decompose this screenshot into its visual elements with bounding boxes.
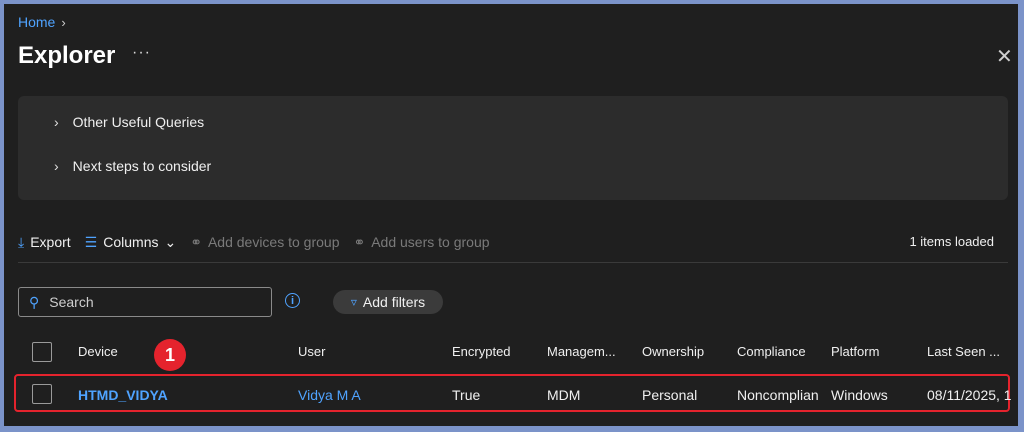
compliance-value: Noncomplian [737,387,819,403]
last-seen-value: 08/11/2025, 1 [927,387,1012,403]
add-filters-label: Add filters [362,294,426,310]
column-header-ownership[interactable]: Ownership [642,344,704,359]
add-devices-label: Add devices to group [207,234,340,250]
add-user-icon: ⚭ [353,233,366,250]
queries-panel: › Other Useful Queries › Next steps to c… [18,96,1008,200]
items-loaded-status: 1 items loaded [909,234,994,249]
columns-button[interactable]: ☰ Columns ⌄ [85,234,177,251]
platform-value: Windows [831,387,888,403]
encrypted-value: True [452,387,481,403]
ownership-value: Personal [642,387,698,403]
info-icon[interactable]: i [285,293,300,308]
search-input[interactable] [47,293,252,311]
explorer-window: Home › Explorer ··· ✕ › Other Useful Que… [4,4,1018,426]
chevron-right-icon: › [54,158,59,174]
breadcrumb: Home › [18,14,66,30]
column-header-last-seen[interactable]: Last Seen ... [927,344,1000,359]
query-group-next-steps[interactable]: › Next steps to consider [54,158,211,174]
column-header-user[interactable]: User [298,344,325,359]
column-header-encrypted[interactable]: Encrypted [452,344,511,359]
download-icon: ⤓ [18,233,25,250]
more-options-button[interactable]: ··· [132,44,151,62]
query-group-label: Other Useful Queries [72,114,205,130]
column-header-platform[interactable]: Platform [831,344,879,359]
add-users-to-group-button[interactable]: ⚭ Add users to group [353,234,489,251]
device-link[interactable]: HTMD_VIDYA [78,387,168,403]
filter-icon: ▿ [350,295,357,309]
export-label: Export [30,234,71,250]
column-header-management[interactable]: Managem... [547,344,616,359]
columns-label: Columns [103,234,159,250]
add-devices-to-group-button[interactable]: ⚭ Add devices to group [190,234,339,251]
column-header-compliance[interactable]: Compliance [737,344,806,359]
column-header-device[interactable]: Device [78,344,118,359]
query-group-other-useful[interactable]: › Other Useful Queries [54,114,204,130]
user-link[interactable]: Vidya M A [298,387,361,403]
management-value: MDM [547,387,581,403]
page-title: Explorer [18,42,116,69]
search-box[interactable]: ⚲ [18,287,272,317]
chevron-down-icon: ⌄ [164,233,177,250]
chevron-right-icon: › [61,14,66,30]
annotation-badge: 1 [154,339,186,371]
export-button[interactable]: ⤓ Export [18,234,71,251]
add-filters-button[interactable]: ▿ Add filters [333,290,443,314]
chevron-right-icon: › [54,114,59,130]
table-row[interactable]: HTMD_VIDYA Vidya M A True MDM Personal N… [18,384,1018,408]
close-button[interactable]: ✕ [996,44,1013,69]
add-users-label: Add users to group [371,234,490,250]
add-group-icon: ⚭ [190,233,202,250]
query-group-label: Next steps to consider [72,158,212,174]
search-icon: ⚲ [29,293,40,310]
select-all-checkbox[interactable] [32,342,52,362]
toolbar: ⤓ Export ☰ Columns ⌄ ⚭ Add devices to gr… [18,230,1008,254]
row-checkbox[interactable] [32,384,52,404]
divider [18,262,1008,263]
breadcrumb-home-link[interactable]: Home [18,14,55,30]
columns-icon: ☰ [84,233,98,250]
